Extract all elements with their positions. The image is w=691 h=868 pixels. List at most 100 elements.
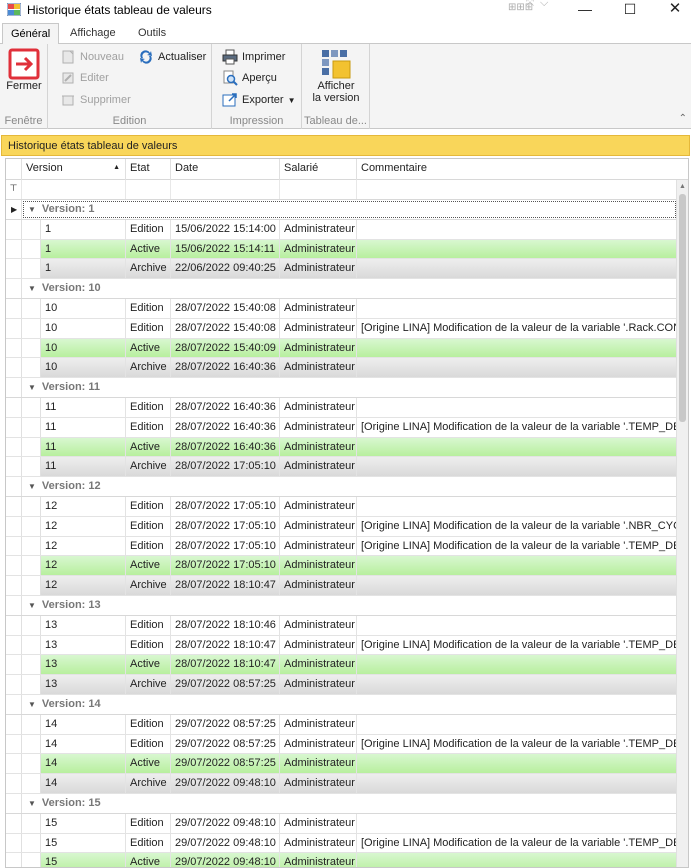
vertical-scrollbar[interactable]: ▲ — [676, 180, 688, 867]
cell-salarie[interactable]: Administrateur — [280, 714, 357, 734]
cell-date[interactable]: 28/07/2022 18:10:47 — [171, 635, 280, 655]
cell-salarie[interactable]: Administrateur — [280, 516, 357, 536]
cell-etat[interactable]: Edition — [126, 496, 171, 516]
cell-commentaire[interactable] — [357, 220, 676, 239]
cell-etat[interactable]: Active — [126, 853, 171, 867]
cell-version[interactable]: 15 — [41, 833, 126, 853]
cell-salarie[interactable]: Administrateur — [280, 298, 357, 318]
cell-salarie[interactable]: Administrateur — [280, 576, 357, 595]
cell-date[interactable]: 29/07/2022 08:57:25 — [171, 754, 280, 774]
cell-etat[interactable]: Archive — [126, 576, 171, 595]
cell-version[interactable]: 14 — [41, 734, 126, 754]
collapse-arrow-icon[interactable]: ▼ — [28, 799, 36, 808]
editer-button[interactable]: Editer — [60, 69, 109, 87]
table-row[interactable]: 10 Active 28/07/2022 15:40:09 Administrateu… — [6, 338, 676, 359]
cell-date[interactable]: 28/07/2022 17:05:10 — [171, 516, 280, 536]
minimize-button[interactable]: — — [565, 0, 605, 20]
collapse-arrow-icon[interactable]: ▼ — [28, 482, 36, 491]
cell-commentaire[interactable] — [357, 576, 676, 595]
cell-version[interactable]: 13 — [41, 635, 126, 655]
table-row[interactable]: 10 Archive 28/07/2022 16:40:36 Administrate… — [6, 358, 676, 379]
cell-commentaire[interactable] — [357, 675, 676, 694]
cell-date[interactable]: 28/07/2022 18:10:47 — [171, 655, 280, 675]
cell-date[interactable]: 28/07/2022 15:40:09 — [171, 338, 280, 358]
cell-version[interactable]: 1 — [41, 259, 126, 279]
cell-salarie[interactable]: Administrateur — [280, 318, 357, 338]
cell-commentaire[interactable] — [357, 556, 676, 575]
cell-date[interactable]: 29/07/2022 09:48:10 — [171, 833, 280, 853]
cell-date[interactable]: 15/06/2022 15:14:00 — [171, 219, 280, 239]
cell-commentaire[interactable] — [357, 655, 676, 674]
cell-date[interactable]: 28/07/2022 16:40:36 — [171, 417, 280, 437]
cell-etat[interactable]: Archive — [126, 457, 171, 477]
cell-salarie[interactable]: Administrateur — [280, 813, 357, 833]
actualiser-button[interactable]: Actualiser — [138, 48, 206, 66]
cell-etat[interactable]: Edition — [126, 298, 171, 318]
close-button[interactable]: ✕ — [655, 0, 691, 20]
group-row[interactable]: ▼ Version: 10 — [6, 279, 676, 299]
cell-commentaire[interactable] — [357, 497, 676, 516]
cell-date[interactable]: 28/07/2022 16:40:36 — [171, 437, 280, 457]
filter-salarie[interactable] — [280, 180, 357, 199]
cell-commentaire[interactable] — [357, 398, 676, 417]
header-etat[interactable]: Etat — [126, 159, 171, 180]
cell-version[interactable]: 12 — [41, 536, 126, 556]
cell-etat[interactable]: Edition — [126, 536, 171, 556]
cell-etat[interactable]: Archive — [126, 259, 171, 279]
header-date[interactable]: Date — [171, 159, 280, 180]
cell-commentaire[interactable] — [357, 240, 676, 259]
cell-date[interactable]: 29/07/2022 09:48:10 — [171, 774, 280, 793]
cell-version[interactable]: 10 — [41, 338, 126, 358]
afficher-version-button[interactable]: Afficher la version — [306, 48, 366, 104]
cell-date[interactable]: 28/07/2022 17:05:10 — [171, 536, 280, 556]
cell-etat[interactable]: Archive — [126, 675, 171, 694]
cell-date[interactable]: 28/07/2022 18:10:47 — [171, 576, 280, 595]
cell-version[interactable]: 12 — [41, 516, 126, 536]
fermer-button[interactable]: Fermer — [4, 48, 44, 92]
cell-salarie[interactable]: Administrateur — [280, 833, 357, 853]
collapse-arrow-icon[interactable]: ▼ — [28, 284, 36, 293]
group-row[interactable]: ▼ Version: 13 — [6, 595, 676, 616]
tab-outils[interactable]: Outils — [130, 23, 174, 44]
cell-version[interactable]: 1 — [41, 219, 126, 239]
cell-version[interactable]: 15 — [41, 813, 126, 833]
cell-date[interactable]: 28/07/2022 16:40:36 — [171, 397, 280, 417]
cell-salarie[interactable]: Administrateur — [280, 397, 357, 417]
filter-version[interactable] — [22, 180, 126, 199]
group-row[interactable]: ▼ Version: 12 — [6, 477, 676, 497]
cell-etat[interactable]: Edition — [126, 813, 171, 833]
collapse-ribbon-icon[interactable]: ⌃ — [679, 113, 687, 124]
cell-salarie[interactable]: Administrateur — [280, 853, 357, 867]
table-row[interactable]: 12 Edition 28/07/2022 17:05:10 Administrate… — [6, 496, 676, 517]
cell-commentaire[interactable] — [357, 299, 676, 318]
cell-etat[interactable]: Edition — [126, 833, 171, 853]
table-row[interactable]: 13 Edition 28/07/2022 18:10:46 Administrate… — [6, 615, 676, 636]
exporter-button[interactable]: Exporter ▼ — [222, 91, 296, 109]
cell-date[interactable]: 29/07/2022 09:48:10 — [171, 813, 280, 833]
table-row[interactable]: 10 Edition 28/07/2022 15:40:08 Administrate… — [6, 298, 676, 319]
table-row[interactable]: 15 Edition 29/07/2022 09:48:10 Administrate… — [6, 813, 676, 834]
expand-icon[interactable]: ⤧ — [526, 0, 534, 9]
cell-salarie[interactable]: Administrateur — [280, 615, 357, 635]
collapse-arrow-icon[interactable]: ▼ — [28, 383, 36, 392]
table-row[interactable]: 13 Active 28/07/2022 18:10:47 Administrateu… — [6, 655, 676, 676]
cell-commentaire[interactable]: [Origine LINA] Modification de la valeur… — [357, 834, 676, 853]
apercu-button[interactable]: Aperçu — [222, 69, 277, 87]
cell-date[interactable]: 28/07/2022 16:40:36 — [171, 358, 280, 378]
cell-salarie[interactable]: Administrateur — [280, 417, 357, 437]
cell-version[interactable]: 11 — [41, 457, 126, 477]
cell-etat[interactable]: Edition — [126, 516, 171, 536]
cell-version[interactable]: 12 — [41, 496, 126, 516]
cell-etat[interactable]: Edition — [126, 714, 171, 734]
cell-salarie[interactable]: Administrateur — [280, 358, 357, 378]
cell-salarie[interactable]: Administrateur — [280, 655, 357, 675]
table-row[interactable]: 14 Archive 29/07/2022 09:48:10 Administrate… — [6, 774, 676, 794]
table-row[interactable]: 14 Edition 29/07/2022 08:57:25 Administrate… — [6, 734, 676, 755]
cell-commentaire[interactable]: [Origine LINA] Modification de la valeur… — [357, 319, 676, 338]
cell-version[interactable]: 14 — [41, 754, 126, 774]
nouveau-button[interactable]: Nouveau — [60, 48, 124, 66]
group-row[interactable]: ▼ Version: 11 — [6, 378, 676, 398]
cell-commentaire[interactable] — [357, 814, 676, 833]
cell-version[interactable]: 14 — [41, 774, 126, 793]
cell-salarie[interactable]: Administrateur — [280, 496, 357, 516]
